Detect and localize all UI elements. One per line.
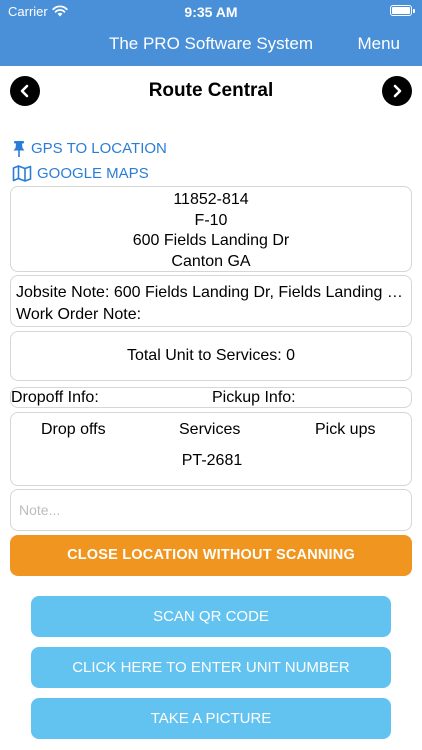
- pickup-info-label: Pickup Info:: [212, 389, 296, 406]
- status-time: 9:35 AM: [184, 4, 238, 20]
- services-summary-card: Drop offs Services Pick ups PT-2681: [10, 412, 412, 486]
- take-picture-button[interactable]: TAKE A PICTURE: [31, 698, 391, 739]
- page-title: Route Central: [148, 80, 274, 101]
- pushpin-icon: [13, 140, 25, 157]
- page-header: Route Central: [0, 74, 422, 110]
- gps-to-location-link[interactable]: GPS TO LOCATION: [12, 136, 312, 161]
- top-bar: Carrier 9:35 AM The PRO Software System …: [0, 0, 422, 66]
- note-input[interactable]: [10, 489, 412, 531]
- scan-qr-button[interactable]: SCAN QR CODE: [31, 596, 391, 637]
- map-icon: [12, 165, 32, 182]
- services-header: Services: [179, 421, 241, 438]
- service-code: PT-2681: [181, 452, 243, 469]
- chevron-right-icon: [393, 84, 402, 98]
- address-card: 11852-814 F-10 600 Fields Landing Dr Can…: [10, 186, 412, 272]
- drop-offs-header: Drop offs: [41, 421, 106, 438]
- maps-link-label: GOOGLE MAPS: [37, 165, 149, 182]
- enter-unit-number-button[interactable]: CLICK HERE TO ENTER UNIT NUMBER: [31, 647, 391, 688]
- status-bar: Carrier 9:35 AM: [0, 0, 422, 24]
- gps-link-label: GPS TO LOCATION: [31, 140, 167, 157]
- job-number: 11852-814: [173, 191, 249, 208]
- dropoff-info-label: Dropoff Info:: [11, 389, 99, 406]
- location-links: GPS TO LOCATION GOOGLE MAPS: [12, 136, 312, 186]
- battery-icon: [390, 5, 415, 16]
- jobsite-note: Jobsite Note: 600 Fields Landing Dr, Fie…: [16, 284, 406, 301]
- location-code: F-10: [194, 211, 228, 229]
- total-units-text: Total Unit to Services: 0: [126, 347, 296, 364]
- info-row: Dropoff Info: Pickup Info:: [10, 387, 412, 408]
- close-location-button[interactable]: CLOSE LOCATION WITHOUT SCANNING: [10, 535, 412, 576]
- city-state: Canton GA: [171, 252, 251, 270]
- menu-button[interactable]: Menu: [357, 34, 400, 54]
- next-button[interactable]: [382, 76, 412, 106]
- work-order-note: Work Order Note:: [16, 306, 142, 323]
- pick-ups-header: Pick ups: [315, 421, 376, 438]
- street-address: 600 Fields Landing Dr: [132, 232, 290, 249]
- total-units-card: Total Unit to Services: 0: [10, 331, 412, 381]
- notes-card: Jobsite Note: 600 Fields Landing Dr, Fie…: [10, 275, 412, 327]
- google-maps-link[interactable]: GOOGLE MAPS: [12, 161, 312, 186]
